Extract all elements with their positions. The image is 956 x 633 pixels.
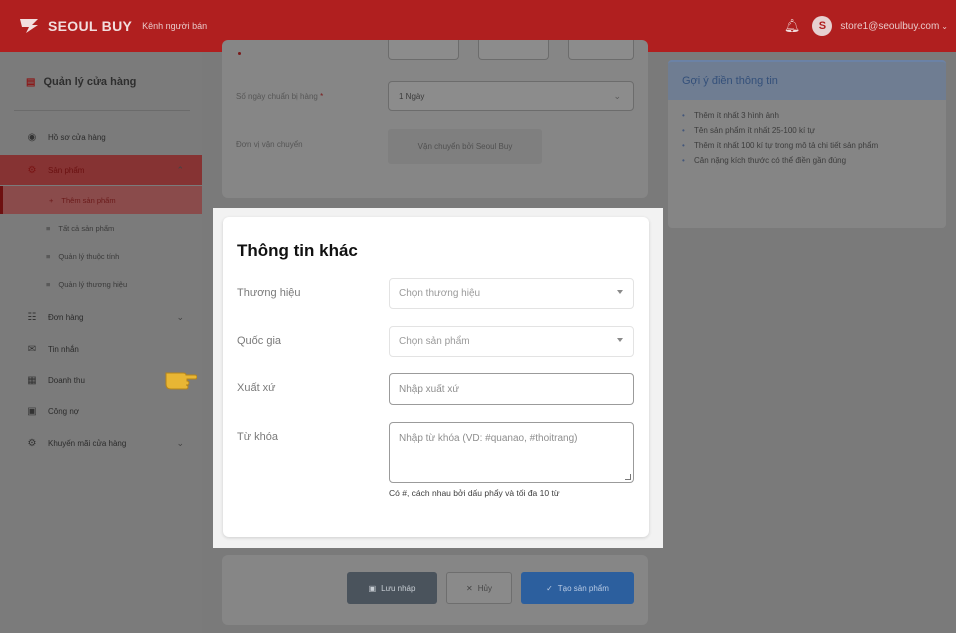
country-select[interactable]: Chọn sản phẩm [389, 326, 634, 357]
sidebar-item-label: Công nợ [48, 406, 80, 416]
sidebar-item-orders[interactable]: ☷ Đơn hàng ⌄ [0, 302, 202, 332]
save-draft-button[interactable]: ▣ Lưu nháp [347, 572, 437, 604]
plus-icon: + [49, 195, 54, 205]
sidebar-item-products[interactable]: ⚙ Sản phẩm ⌃ [0, 155, 202, 185]
list-icon: ≡ [46, 251, 51, 261]
shipping-card [222, 40, 648, 198]
sidebar-item-label: Sản phẩm [48, 165, 85, 175]
keyword-label: Từ khóa [237, 431, 278, 443]
sidebar-item-label: Tin nhắn [48, 344, 79, 354]
bell-icon[interactable]: 🔔︎ [784, 18, 801, 34]
suggestion-panel: Gợi ý điền thông tin Thêm ít nhất 3 hình… [668, 60, 946, 228]
suggestion-item: Cân nặng kích thước có thể điền gần đúng [682, 155, 932, 167]
brand-label: Thương hiệu [237, 287, 301, 299]
channel-label: Kênh người bán [142, 21, 208, 31]
sidebar-item-promotions[interactable]: ⚙ Khuyến mãi cửa hàng ⌄ [0, 428, 202, 458]
seoulbuy-logo-icon [20, 19, 38, 33]
suggestion-list: Thêm ít nhất 3 hình ảnh Tên sản phẩm ít … [668, 100, 946, 167]
avatar[interactable]: S [812, 16, 833, 36]
save-icon: ▣ [368, 583, 377, 593]
cancel-button[interactable]: ✕ Hủy [446, 572, 512, 604]
prep-days-select[interactable]: 1 Ngày ⌄ [388, 81, 634, 111]
check-icon: ✓ [546, 583, 553, 593]
prep-days-label: Số ngày chuẩn bị hàng * [236, 92, 324, 101]
dimension-field[interactable] [388, 40, 459, 60]
other-info-card: Thông tin khác Thương hiệu Chọn thương h… [223, 217, 649, 537]
caret-down-icon [617, 338, 623, 342]
sidebar-item-label: Khuyến mãi cửa hàng [48, 438, 127, 448]
sidebar: ▤ Quản lý cửa hàng ◉ Hồ sơ cửa hàng ⚙ Sả… [0, 52, 202, 633]
origin-input[interactable]: Nhập xuất xứ [389, 373, 634, 405]
keyword-textarea[interactable]: Nhập từ khóa (VD: #quanao, #thoitrang) [389, 422, 634, 483]
sidebar-item-store-profile[interactable]: ◉ Hồ sơ cửa hàng [0, 122, 202, 152]
revenue-icon: ▦ [27, 374, 37, 386]
chevron-down-icon[interactable]: ⌄ [941, 22, 948, 31]
sidebar-item-label: Hồ sơ cửa hàng [48, 132, 106, 142]
card-title: Thông tin khác [237, 241, 358, 260]
sidebar-item-messages[interactable]: ✉ Tin nhắn [0, 334, 202, 364]
store-icon: ▤ [26, 76, 36, 88]
products-icon: ⚙ [27, 164, 37, 176]
suggestion-item: Thêm ít nhất 100 kí tự trong mô tả chi t… [682, 140, 932, 152]
debt-icon: ▣ [27, 405, 37, 417]
required-dot [238, 52, 241, 55]
list-icon: ≡ [46, 223, 51, 233]
carrier-value: Vận chuyển bởi Seoul Buy [388, 129, 542, 164]
suggestion-item: Tên sản phẩm ít nhất 25-100 kí tự [682, 125, 932, 137]
suggestion-title: Gợi ý điền thông tin [668, 60, 946, 100]
pointing-hand-icon [165, 372, 197, 390]
orders-icon: ☷ [27, 311, 37, 323]
chevron-down-icon: ⌄ [613, 90, 621, 101]
brand-select[interactable]: Chọn thương hiệu [389, 278, 634, 309]
brand-name: SEOUL BUY [48, 18, 133, 34]
promotion-icon: ⚙ [27, 437, 37, 449]
suggestion-item: Thêm ít nhất 3 hình ảnh [682, 110, 932, 122]
list-icon: ≡ [46, 279, 51, 289]
sidebar-divider [14, 110, 190, 111]
user-email[interactable]: store1@seoulbuy.com [840, 21, 939, 32]
create-product-button[interactable]: ✓ Tạo sản phẩm [521, 572, 634, 604]
keyword-hint: Có #, cách nhau bởi dấu phẩy và tối đa 1… [389, 488, 560, 498]
origin-label: Xuất xứ [237, 382, 276, 394]
message-icon: ✉ [27, 343, 37, 355]
sidebar-title: ▤ Quản lý cửa hàng [26, 76, 137, 88]
brand-logo[interactable]: SEOUL BUY Kênh người bán [18, 17, 207, 35]
chevron-up-icon: ⌃ [176, 164, 184, 175]
sidebar-item-label: Doanh thu [48, 375, 85, 385]
sidebar-subitem-all-products[interactable]: ≡ Tất cả sản phẩm [0, 214, 202, 242]
profile-icon: ◉ [27, 131, 37, 143]
chevron-down-icon: ⌄ [176, 311, 184, 322]
country-label: Quốc gia [237, 335, 282, 347]
sidebar-subitem-brands[interactable]: ≡ Quản lý thương hiệu [0, 270, 202, 298]
resize-handle-icon[interactable] [625, 474, 631, 480]
sidebar-item-debt[interactable]: ▣ Công nợ [0, 396, 202, 426]
sidebar-subitem-attributes[interactable]: ≡ Quản lý thuộc tính [0, 242, 202, 270]
chevron-down-icon: ⌄ [176, 437, 184, 448]
dimension-field[interactable] [568, 40, 634, 60]
close-icon: ✕ [466, 583, 473, 593]
sidebar-item-label: Đơn hàng [48, 312, 84, 322]
carrier-label: Đơn vị vận chuyển [236, 140, 303, 149]
dimension-field[interactable] [478, 40, 549, 60]
sidebar-subitem-add-product[interactable]: + Thêm sản phẩm [0, 186, 202, 214]
caret-down-icon [617, 290, 623, 294]
user-area: 🔔︎ S store1@seoulbuy.com ⌄ [784, 0, 948, 52]
